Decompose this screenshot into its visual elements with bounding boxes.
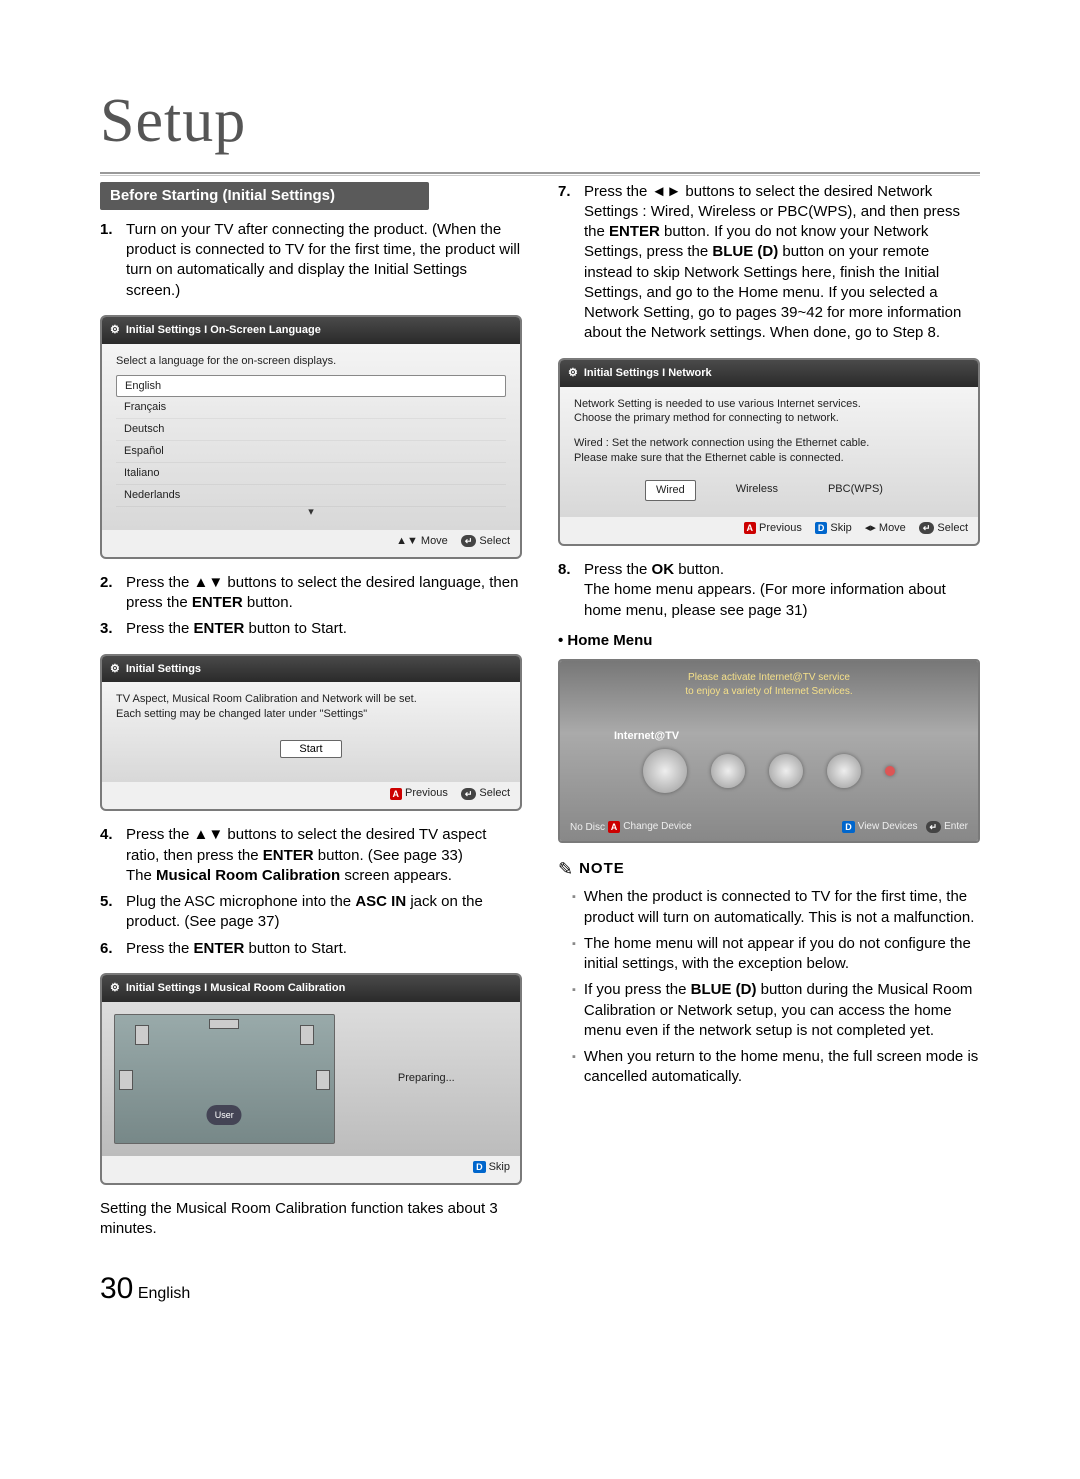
- user-position: User: [207, 1105, 242, 1125]
- panel-text: Please make sure that the Ethernet cable…: [574, 451, 964, 466]
- hint-move: ▲▼Move: [396, 534, 448, 549]
- home-app-icon[interactable]: [711, 754, 745, 788]
- updown-icon: ▲▼: [194, 574, 224, 591]
- left-column: Before Starting (Initial Settings) 1. Tu…: [100, 182, 522, 1310]
- panel-text: Each setting may be changed later under …: [116, 707, 506, 722]
- home-app-icon[interactable]: [643, 749, 687, 793]
- gear-icon: ⚙: [110, 662, 120, 677]
- blue-key-icon: D: [473, 1161, 486, 1173]
- hint-skip: DSkip: [815, 521, 852, 536]
- speaker-icon: [300, 1025, 314, 1045]
- step-6: 6. Press the ENTER button to Start.: [100, 939, 522, 959]
- step-1: 1. Turn on your TV after connecting the …: [100, 220, 522, 301]
- lang-italiano[interactable]: Italiano: [116, 463, 506, 485]
- title-rule: [100, 172, 980, 176]
- panel-title: Initial Settings I On-Screen Language: [126, 323, 321, 338]
- panel-title: Initial Settings: [126, 662, 201, 677]
- room-diagram: User: [114, 1014, 335, 1144]
- panel-prompt: Select a language for the on-screen disp…: [116, 354, 506, 369]
- hint-enter: ↵Enter: [926, 820, 968, 834]
- speaker-icon: [135, 1025, 149, 1045]
- home-app-icon[interactable]: [827, 754, 861, 788]
- panel-text: Choose the primary method for connecting…: [574, 411, 964, 426]
- status-text: Preparing...: [345, 1014, 508, 1144]
- panel-start: ⚙ Initial Settings TV Aspect, Musical Ro…: [100, 654, 522, 812]
- hint-view-devices: DView Devices: [842, 820, 917, 834]
- lang-nederlands[interactable]: Nederlands: [116, 485, 506, 507]
- leftright-icon: ◂▸: [865, 521, 876, 536]
- start-button[interactable]: Start: [280, 740, 341, 758]
- hint-previous: APrevious: [744, 521, 802, 536]
- enter-icon: ↵: [461, 535, 477, 547]
- hint-previous: APrevious: [390, 786, 448, 801]
- speaker-icon: [119, 1070, 133, 1090]
- home-menu-label: • Home Menu: [558, 631, 980, 651]
- home-app-icon[interactable]: [885, 766, 895, 776]
- lang-english[interactable]: English: [116, 375, 506, 398]
- home-app-label: Internet@TV: [614, 729, 679, 744]
- speaker-icon: [316, 1070, 330, 1090]
- hint-select: ↵Select: [919, 521, 968, 536]
- lang-espanol[interactable]: Español: [116, 441, 506, 463]
- enter-icon: ↵: [919, 522, 935, 534]
- blue-key-icon: D: [815, 522, 828, 534]
- network-option-wireless[interactable]: Wireless: [726, 480, 788, 501]
- panel-text: Wired : Set the network connection using…: [574, 436, 964, 451]
- home-banner: Please activate Internet@TV service to e…: [570, 671, 968, 699]
- step-4: 4. Press the ▲▼ buttons to select the de…: [100, 825, 522, 886]
- note-item: When the product is connected to TV for …: [572, 887, 980, 928]
- step-2: 2. Press the ▲▼ buttons to select the de…: [100, 573, 522, 614]
- note-item: If you press the BLUE (D) button during …: [572, 980, 980, 1041]
- panel-title: Initial Settings I Network: [584, 366, 712, 381]
- step-8: 8. Press the OK button. The home menu ap…: [558, 560, 980, 621]
- right-column: 7. Press the ◄► buttons to select the de…: [558, 182, 980, 1310]
- enter-icon: ↵: [461, 788, 477, 800]
- panel-title: Initial Settings I Musical Room Calibrat…: [126, 981, 345, 996]
- red-key-icon: A: [744, 522, 757, 534]
- lang-francais[interactable]: Français: [116, 397, 506, 419]
- network-option-pbcwps[interactable]: PBC(WPS): [818, 480, 893, 501]
- disc-status: No Disc: [570, 821, 605, 835]
- red-key-icon: A: [390, 788, 403, 800]
- enter-icon: ↵: [926, 821, 942, 833]
- step-5: 5. Plug the ASC microphone into the ASC …: [100, 892, 522, 933]
- note-item: When you return to the home menu, the fu…: [572, 1047, 980, 1088]
- panel-network: ⚙ Initial Settings I Network Network Set…: [558, 358, 980, 546]
- page-title: Setup: [100, 80, 980, 164]
- note-item: The home menu will not appear if you do …: [572, 934, 980, 975]
- leftright-icon: ◄►: [652, 183, 682, 200]
- blue-key-icon: D: [842, 821, 855, 833]
- panel-text: Network Setting is needed to use various…: [574, 397, 964, 412]
- speaker-icon: [209, 1019, 239, 1029]
- panel-language: ⚙ Initial Settings I On-Screen Language …: [100, 315, 522, 559]
- note-icon: ✎: [558, 857, 573, 881]
- updown-icon: ▲▼: [194, 826, 224, 843]
- section-heading: Before Starting (Initial Settings): [100, 182, 429, 210]
- panel-home: Please activate Internet@TV service to e…: [558, 659, 980, 843]
- calibration-note: Setting the Musical Room Calibration fun…: [100, 1199, 522, 1240]
- lang-deutsch[interactable]: Deutsch: [116, 419, 506, 441]
- step-3: 3. Press the ENTER button to Start.: [100, 619, 522, 639]
- gear-icon: ⚙: [110, 323, 120, 338]
- gear-icon: ⚙: [568, 366, 578, 381]
- home-icon-row: [560, 749, 978, 793]
- updown-icon: ▲▼: [396, 534, 418, 549]
- red-key-icon: A: [608, 821, 621, 833]
- note-heading: ✎ NOTE: [558, 857, 980, 881]
- more-indicator-icon: ▾: [116, 505, 506, 520]
- home-app-icon[interactable]: [769, 754, 803, 788]
- panel-text: TV Aspect, Musical Room Calibration and …: [116, 692, 506, 707]
- page-number: 30: [100, 1272, 133, 1305]
- hint-skip: DSkip: [473, 1160, 510, 1175]
- page-language: English: [138, 1285, 190, 1302]
- panel-calibration: ⚙ Initial Settings I Musical Room Calibr…: [100, 973, 522, 1185]
- gear-icon: ⚙: [110, 981, 120, 996]
- hint-select: ↵Select: [461, 786, 510, 801]
- hint-select: ↵Select: [461, 534, 510, 549]
- step-7: 7. Press the ◄► buttons to select the de…: [558, 182, 980, 344]
- hint-move: ◂▸Move: [865, 521, 906, 536]
- network-option-wired[interactable]: Wired: [645, 480, 696, 501]
- page-footer: 30 English: [100, 1269, 522, 1310]
- hint-change-device: AChange Device: [608, 820, 692, 834]
